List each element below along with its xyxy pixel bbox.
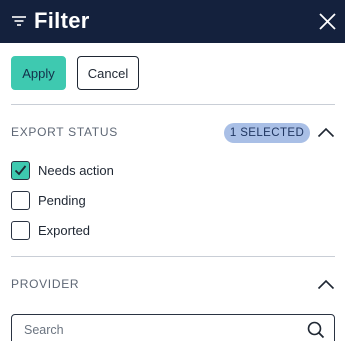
option-label: Needs action [38, 162, 114, 178]
option-label: Exported [38, 222, 91, 238]
apply-button[interactable]: Apply [11, 56, 66, 90]
provider-search-box [11, 314, 335, 341]
option-pending[interactable]: Pending [11, 190, 86, 210]
option-label: Pending [38, 192, 86, 208]
export-status-title: EXPORT STATUS [11, 125, 118, 139]
checkbox-pending[interactable] [11, 190, 30, 210]
cancel-button[interactable]: Cancel [77, 56, 139, 90]
provider-search-input[interactable] [24, 323, 304, 337]
close-icon[interactable] [318, 12, 337, 31]
divider [11, 256, 335, 257]
search-icon[interactable] [307, 321, 325, 339]
divider [11, 104, 335, 105]
filter-header: Filter [0, 0, 345, 43]
checkbox-needs-action[interactable] [11, 160, 30, 180]
provider-title: PROVIDER [11, 277, 80, 291]
option-exported[interactable]: Exported [11, 220, 90, 240]
filter-title: Filter [34, 8, 90, 33]
chevron-up-icon[interactable] [317, 127, 335, 138]
checkbox-exported[interactable] [11, 220, 30, 240]
filter-lines-icon [12, 16, 26, 26]
option-needs-action[interactable]: Needs action [11, 160, 114, 180]
check-icon [14, 164, 27, 175]
chevron-up-icon[interactable] [317, 279, 335, 290]
selected-count-badge: 1 SELECTED [224, 123, 310, 143]
